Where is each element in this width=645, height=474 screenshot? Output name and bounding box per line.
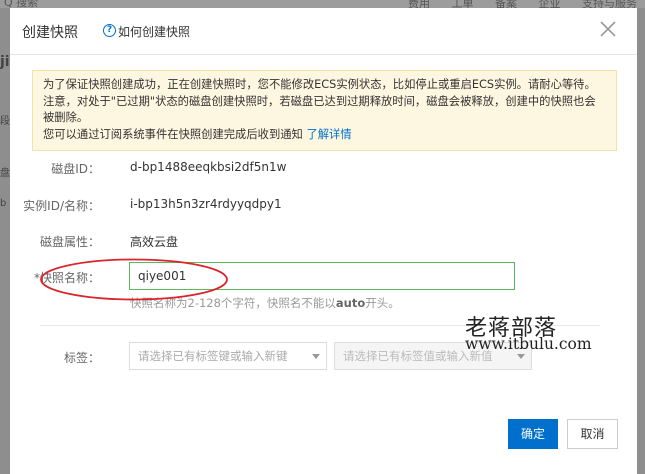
disk-attr-value: 高效云盘 (130, 235, 179, 249)
background-search: Q 搜索 (4, 0, 39, 8)
tag-key-select[interactable]: 请选择已有标签键或输入新键 (129, 342, 327, 370)
background-side-text: 盘 (0, 168, 10, 179)
notice-line: 注意，对处于"已过期"状态的磁盘创建快照时，若磁盘已达到过期释放时间，磁盘会被释… (43, 94, 596, 125)
background-nav-item: 支持与服务 (582, 0, 637, 8)
instance-label: 实例ID/名称： (23, 199, 100, 213)
background-nav-item: 工单 (451, 0, 474, 8)
background-nav-item: 费用 (408, 0, 430, 8)
chevron-down-icon (517, 354, 525, 359)
chevron-down-icon (312, 354, 320, 359)
background-side-text: 段 (0, 116, 10, 127)
notice-line-text: 您可以通过订阅系统事件在快照创建完成后收到通知 (43, 127, 303, 141)
help-icon[interactable]: ? (103, 24, 116, 37)
disk-attr-label: 磁盘属性： (39, 235, 100, 249)
background-nav-item: 企业 (538, 0, 561, 8)
disk-id-value: d-bp1488eeqkbsi2df5n1w (130, 160, 287, 174)
tag-key-placeholder: 请选择已有标签键或输入新键 (138, 349, 288, 363)
background-side-text: b (0, 198, 7, 209)
close-icon[interactable] (599, 20, 617, 38)
dialog-header: 创建快照 ? 如何创建快照 (10, 8, 637, 55)
background-left-strip: ji 段 盘 b (0, 8, 10, 474)
hint-bold: auto (335, 296, 366, 310)
notice-box: 为了保证快照创建成功，正在创建快照时，您不能修改ECS实例状态，比如停止或重启E… (32, 70, 617, 151)
cancel-button[interactable]: 取消 (567, 419, 618, 449)
watermark-url: www.itbulu.com (465, 335, 592, 353)
annotation-oval (40, 258, 228, 301)
learn-more-link[interactable]: 了解详情 (306, 128, 351, 141)
tags-label: 标签： (63, 351, 100, 365)
hint-suffix: 开头。 (365, 296, 400, 310)
instance-value: i-bp13h5n3zr4rdyyqdpy1 (130, 197, 282, 211)
create-snapshot-dialog: 创建快照 ? 如何创建快照 为了保证快照创建成功，正在创建快照时，您不能修改EC… (10, 8, 637, 474)
disk-id-label: 磁盘ID： (51, 162, 100, 176)
dialog-title: 创建快照 (22, 25, 78, 41)
background-header: Q 搜索 费用 工单 备案 企业 支持与服务 (0, 0, 645, 8)
confirm-button[interactable]: 确定 (508, 419, 558, 449)
background-side-text: ji (0, 54, 10, 70)
background-nav: 费用 工单 备案 企业 支持与服务 (390, 0, 637, 8)
background-nav-item: 备案 (495, 0, 517, 8)
notice-line: 为了保证快照创建成功，正在创建快照时，您不能修改ECS实例状态，比如停止或重启E… (43, 78, 596, 91)
help-link[interactable]: 如何创建快照 (118, 23, 190, 40)
notice-line: 您可以通过订阅系统事件在快照创建完成后收到通知 了解详情 (43, 127, 606, 144)
